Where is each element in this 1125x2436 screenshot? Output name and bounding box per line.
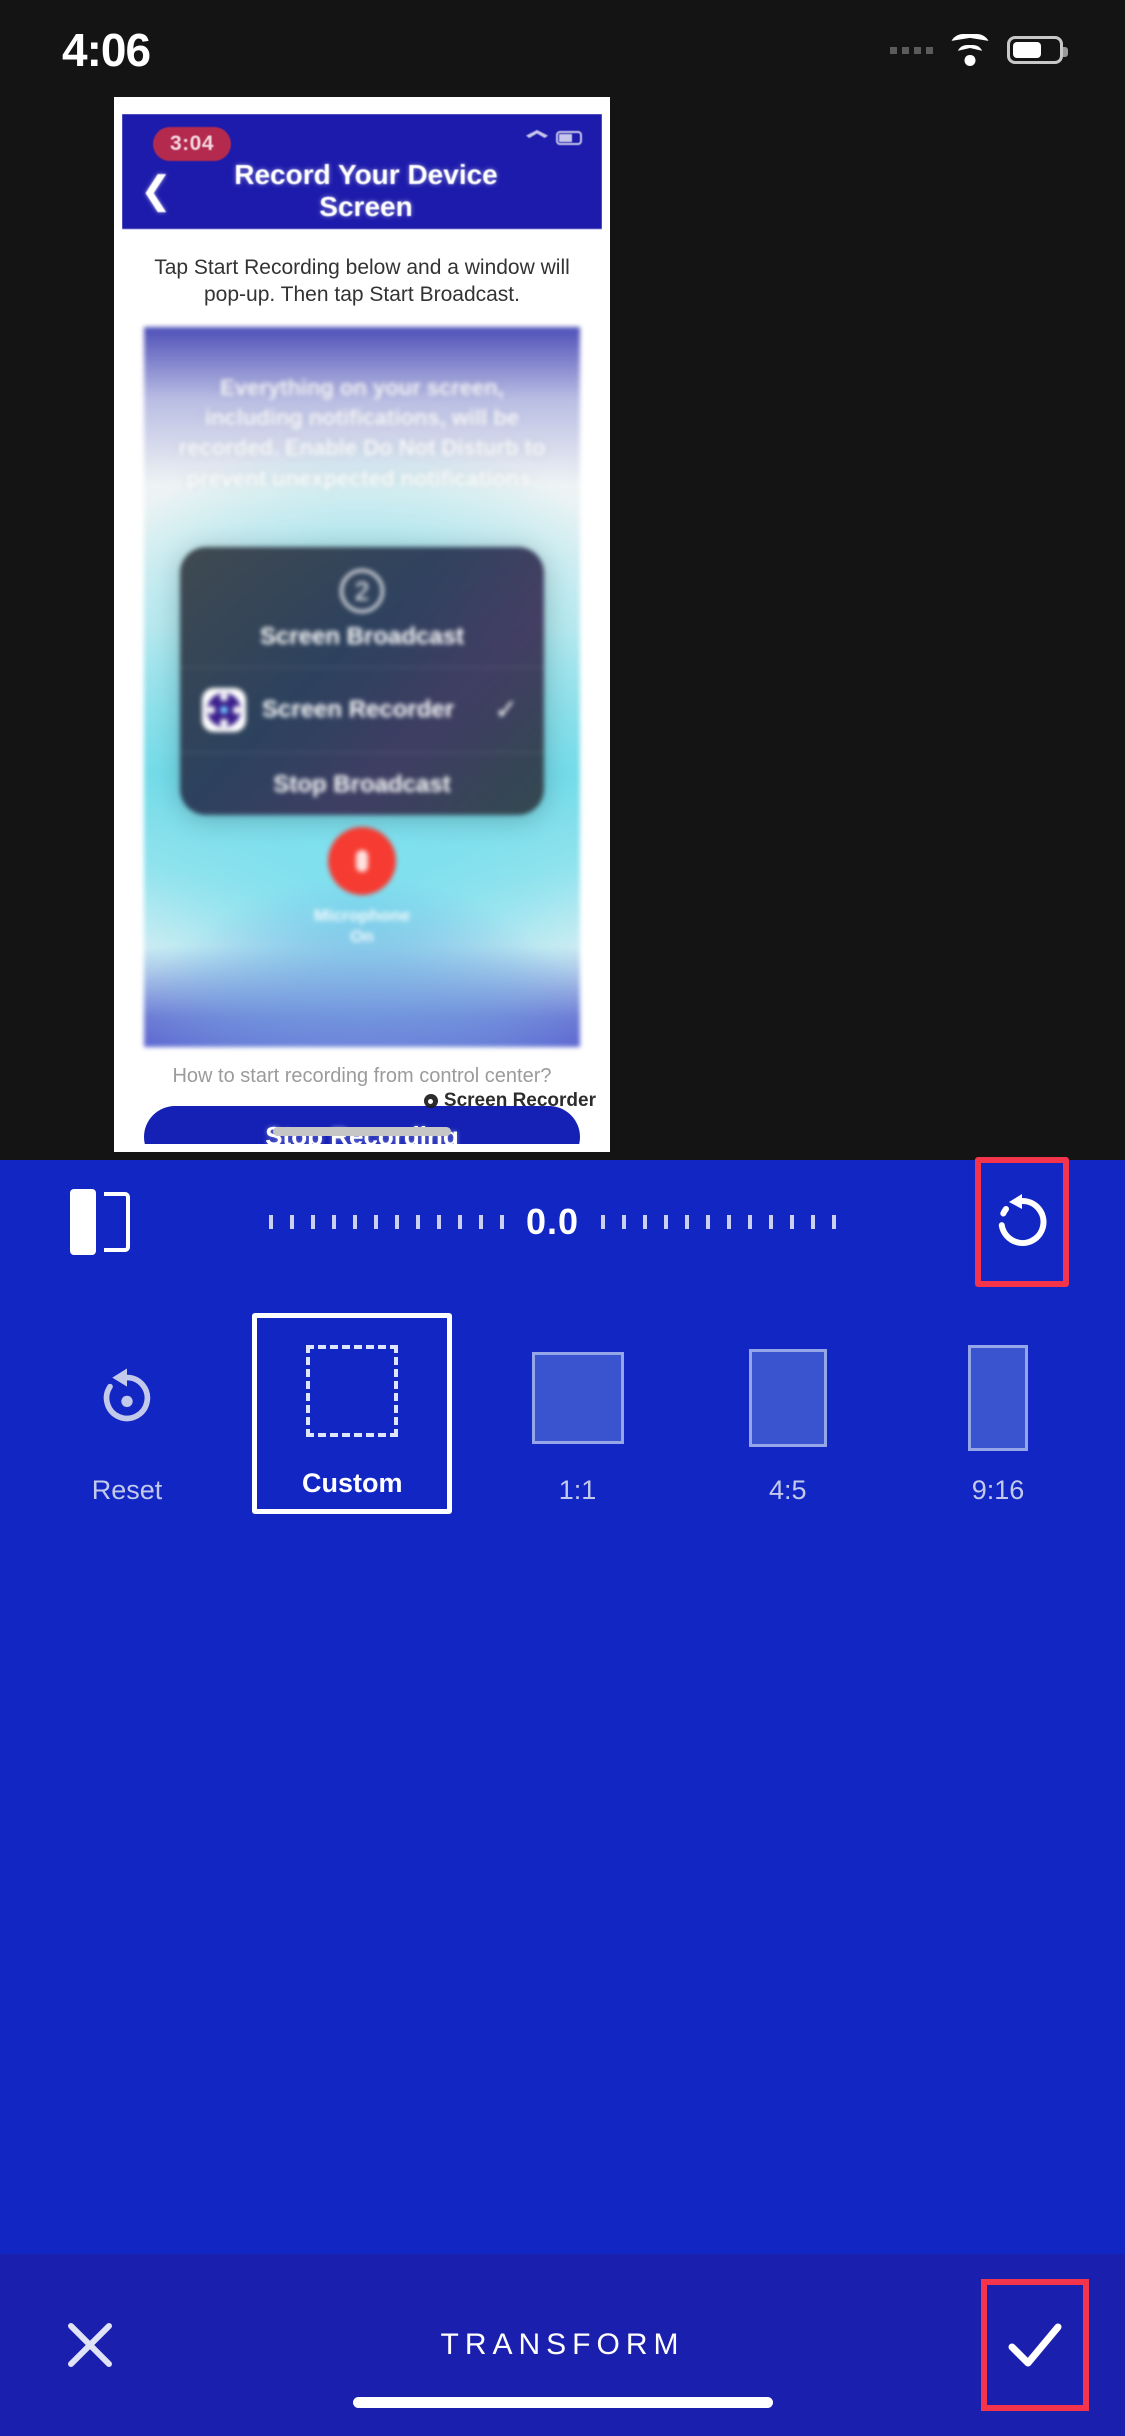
portrait-9-16-icon: [968, 1345, 1028, 1451]
transform-editor-panel: 0.0 Reset Custom 1:1 4:5 9:16 TRANSFORM: [0, 1157, 1125, 2436]
broadcast-app-row[interactable]: Screen Recorder ✓: [180, 666, 544, 752]
screen-broadcast-dialog: 2 Screen Broadcast Screen Recorder ✓ Sto…: [180, 546, 544, 815]
broadcast-dialog-title: Screen Broadcast: [259, 622, 465, 650]
aspect-ratio-row: Reset Custom 1:1 4:5 9:16: [0, 1284, 1125, 1514]
stop-broadcast-label: Stop Broadcast: [273, 770, 451, 798]
aspect-ratio-4-5[interactable]: 4:5: [703, 1339, 873, 1514]
portrait-4-5-icon: [748, 1349, 827, 1447]
inner-preview-illustration: Everything on your screen, including not…: [144, 326, 580, 1047]
home-indicator: [352, 2397, 773, 2408]
transform-title: TRANSFORM: [440, 2328, 685, 2361]
microphone-icon[interactable]: [328, 826, 396, 895]
inner-status-icons: [526, 130, 582, 146]
confirm-highlight-box: [981, 2279, 1089, 2411]
stop-broadcast-row[interactable]: Stop Broadcast: [180, 751, 544, 815]
aspect-ratio-reset[interactable]: Reset: [42, 1339, 212, 1514]
ruler-ticks-left: [268, 1215, 504, 1229]
broadcast-app-label: Screen Recorder: [262, 695, 455, 723]
aspect-ratio-4-5-label: 4:5: [768, 1475, 807, 1505]
inner-recording-timer: 3:04: [153, 127, 232, 161]
square-icon: [531, 1352, 624, 1444]
rotate-ccw-icon[interactable]: [992, 1192, 1052, 1252]
aspect-ratio-reset-label: Reset: [91, 1475, 163, 1505]
aspect-ratio-custom[interactable]: Custom: [252, 1313, 453, 1514]
check-icon: ✓: [494, 694, 518, 726]
screen-recorder-watermark: Screen Recorder: [423, 1090, 596, 1112]
aspect-ratio-1-1[interactable]: 1:1: [493, 1339, 663, 1514]
transform-action-bar: TRANSFORM: [0, 2254, 1125, 2436]
reset-rotate-icon: [103, 1368, 151, 1422]
inner-home-indicator: [273, 1127, 451, 1136]
chevron-left-icon[interactable]: ❮: [122, 172, 190, 210]
battery-icon: [1007, 36, 1068, 64]
rotation-value: 0.0: [525, 1201, 580, 1242]
check-icon[interactable]: [1004, 2314, 1066, 2376]
ruler-ticks-right: [601, 1215, 837, 1229]
inner-instruction-text: Tap Start Recording below and a window w…: [154, 256, 570, 306]
status-bar-time: 4:06: [62, 24, 151, 76]
inner-battery-charging-icon: [556, 131, 582, 145]
signal-dots-icon: [890, 46, 933, 54]
editor-canvas[interactable]: 3:04 ❮ Record Your Device Screen Tap Sta…: [0, 97, 1125, 1160]
flip-horizontal-icon[interactable]: [70, 1189, 130, 1255]
inner-page-title: Record Your Device Screen: [234, 159, 498, 222]
screenshot-image: 3:04 ❮ Record Your Device Screen Tap Sta…: [122, 114, 602, 1144]
rotation-ruler-slider[interactable]: 0.0: [160, 1201, 945, 1243]
broadcast-dialog-header: 2 Screen Broadcast: [180, 547, 544, 667]
screen-recorder-app-icon: [202, 687, 246, 732]
aspect-ratio-9-16-label: 9:16: [971, 1475, 1025, 1505]
wifi-icon: [949, 34, 991, 66]
watermark-dot-icon: [423, 1094, 438, 1108]
inner-help-link[interactable]: How to start recording from control cent…: [122, 1065, 602, 1088]
rotate-button-wrapper[interactable]: [975, 1157, 1069, 1287]
os-status-bar: 4:06: [0, 0, 1125, 100]
rotation-slider-row: 0.0: [0, 1157, 1125, 1287]
inner-app-header: 3:04 ❮ Record Your Device Screen: [122, 114, 602, 229]
aspect-ratio-custom-label: Custom: [302, 1468, 403, 1498]
close-icon: [68, 2323, 112, 2367]
inner-wifi-icon: [526, 130, 548, 138]
confirm-button-wrapper[interactable]: [945, 2279, 1125, 2411]
screenshot-crop-frame[interactable]: 3:04 ❮ Record Your Device Screen Tap Sta…: [114, 97, 610, 1152]
custom-crop-icon: [306, 1345, 399, 1437]
watermark-label: Screen Recorder: [443, 1090, 596, 1111]
status-bar-indicators: [890, 34, 1068, 66]
cancel-button[interactable]: [0, 2318, 180, 2372]
aspect-ratio-9-16[interactable]: 9:16: [913, 1339, 1083, 1514]
step-badge-icon: 2: [340, 568, 384, 613]
microphone-status-label: Microphone On: [313, 905, 411, 946]
aspect-ratio-1-1-label: 1:1: [558, 1475, 597, 1505]
rotate-highlight-box: [975, 1157, 1069, 1287]
preview-notice-text: Everything on your screen, including not…: [178, 374, 546, 491]
